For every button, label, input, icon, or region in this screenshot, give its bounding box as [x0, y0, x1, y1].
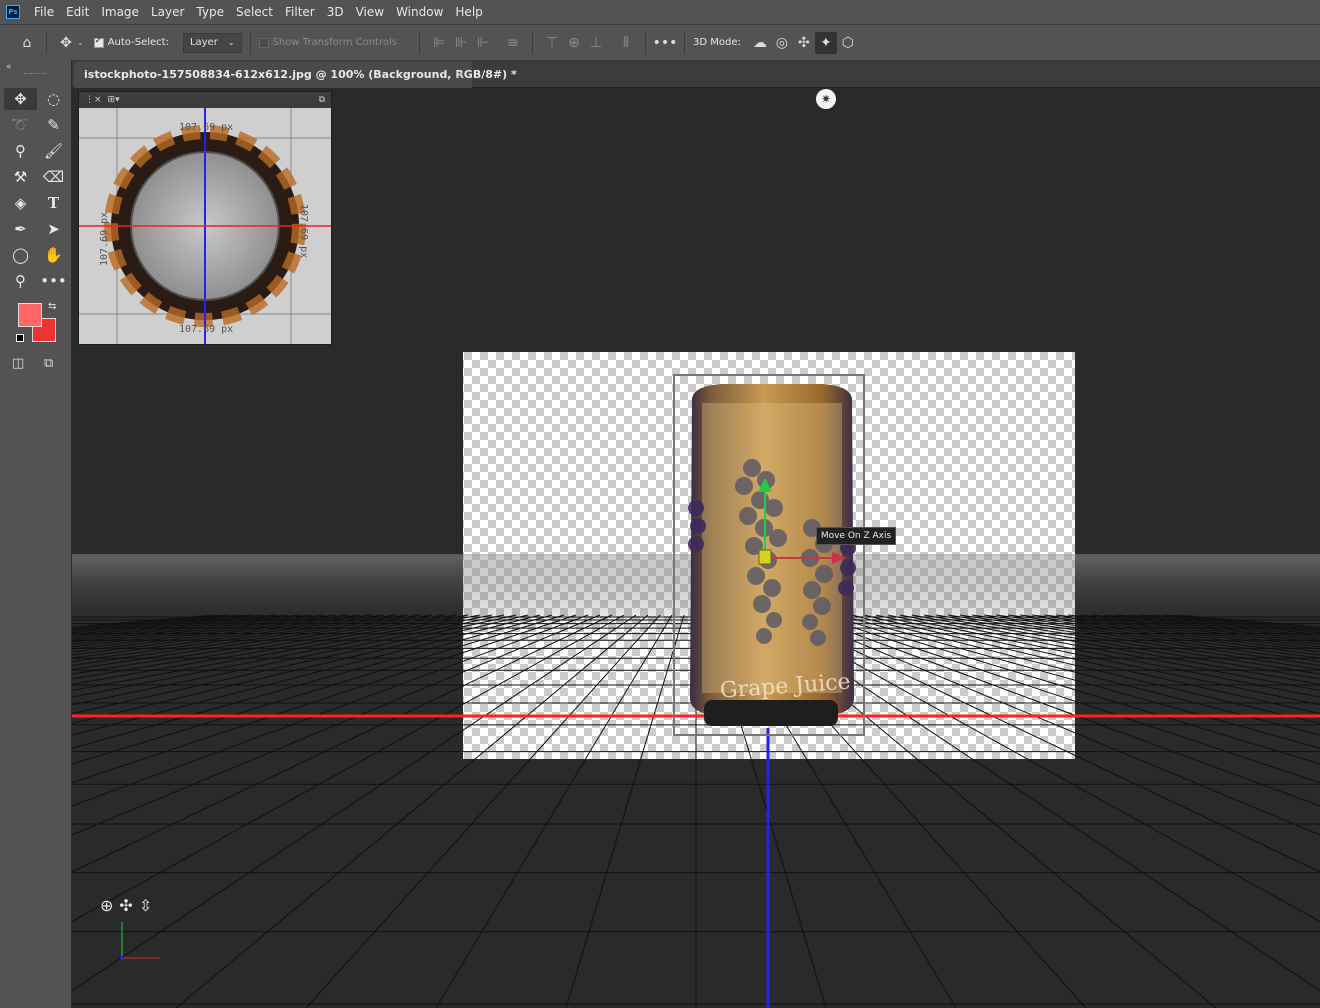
menu-edit[interactable]: Edit [60, 5, 95, 19]
layer-dropdown[interactable]: Layer ⌄ [182, 32, 242, 53]
hand-tool-icon[interactable]: ✋ [37, 244, 70, 266]
lasso-tool-icon[interactable]: ➰ [4, 114, 37, 136]
align-right-icon[interactable]: ⊩ [472, 32, 494, 54]
menu-window[interactable]: Window [390, 5, 449, 19]
align-top-icon[interactable]: ⊤ [541, 32, 563, 54]
camera-view-dropdown-icon[interactable]: ⊞▾ [108, 95, 120, 105]
pen-tool-icon[interactable]: ✒ [4, 218, 37, 240]
pan-3d-icon[interactable]: ✣ [793, 32, 815, 54]
menu-bar: Ps File Edit Image Layer Type Select Fil… [0, 0, 1320, 24]
menu-image[interactable]: Image [95, 5, 145, 19]
align-left-icon[interactable]: ⊫ [428, 32, 450, 54]
dim-label-bottom: 107.69 px [179, 324, 233, 335]
divider [531, 31, 533, 54]
home-icon[interactable]: ⌂ [16, 32, 38, 54]
eyedropper-tool-icon[interactable]: ⚲ [4, 140, 37, 162]
ellipse-tool-icon[interactable]: ◯ [4, 244, 37, 266]
menu-layer[interactable]: Layer [145, 5, 190, 19]
dolly-widget-icon[interactable]: ⇳ [139, 896, 152, 915]
3d-secondary-view[interactable]: ⋮× ⊞▾ ⧉ 107.69 px 107.69 px 107.69 px 10… [78, 91, 332, 345]
options-bar: ⌂ ✥ ⌄ Auto-Select: Layer ⌄ Show Transfor… [0, 24, 1320, 60]
orbit-widget-icon[interactable]: ⊕ [100, 896, 113, 915]
menu-3d[interactable]: 3D [321, 5, 350, 19]
collapse-panel-icon[interactable]: « [6, 62, 12, 72]
layer-dropdown-value: Layer [189, 37, 218, 48]
eraser-tool-icon[interactable]: ⌫ [37, 166, 70, 188]
move-tool-icon[interactable]: ✥ [4, 88, 37, 110]
menu-view[interactable]: View [350, 5, 390, 19]
divider [683, 31, 685, 54]
menu-file[interactable]: File [28, 5, 60, 19]
swap-colors-icon[interactable]: ⇆ [48, 301, 56, 312]
document-tab-bar: istockphoto-157508834-612x612.jpg @ 100%… [72, 60, 1320, 88]
clone-stamp-tool-icon[interactable]: ⚒ [4, 166, 37, 188]
type-tool-icon[interactable]: T [37, 192, 70, 214]
zoom-tool-icon[interactable]: ⚲ [4, 270, 37, 292]
marquee-tool-icon[interactable]: ◌ [37, 88, 70, 110]
secondary-view-header: ⋮× ⊞▾ ⧉ [79, 92, 331, 108]
dim-label-right: 107.69 px [298, 204, 309, 258]
quick-mask-icon[interactable]: ◫ [12, 356, 24, 371]
menu-filter[interactable]: Filter [279, 5, 321, 19]
align-bottom-icon[interactable]: ⊥ [585, 32, 607, 54]
orbit-3d-icon[interactable]: ☁ [749, 32, 771, 54]
dim-label-left: 107.69 px [99, 212, 110, 266]
divider [249, 31, 251, 54]
paint-bucket-tool-icon[interactable]: ◈ [4, 192, 37, 214]
show-transform-checkbox[interactable] [258, 37, 269, 48]
divider [46, 31, 47, 54]
slide-3d-icon[interactable]: ✦ [814, 31, 837, 54]
more-options-icon[interactable]: ••• [653, 32, 678, 54]
gizmo-center-cube[interactable] [758, 549, 772, 565]
photoshop-logo-icon[interactable]: Ps [6, 5, 20, 19]
dim-label-top: 107.69 px [179, 122, 233, 133]
tools-panel: « ✥ ◌ ➰ ✎ ⚲ 🖌 ⚒ ⌫ ◈ T ✒ ➤ ◯ ✋ ⚲ ••• ⇆ ◫ … [0, 60, 72, 1008]
align-center-icon[interactable]: ⊪ [450, 32, 472, 54]
chevron-down-icon: ⌄ [227, 38, 235, 47]
menu-select[interactable]: Select [230, 5, 279, 19]
chevron-down-icon[interactable]: ⌄ [77, 38, 84, 47]
path-select-tool-icon[interactable]: ➤ [37, 218, 70, 240]
swap-view-icon[interactable]: ⧉ [319, 95, 325, 105]
3d-mode-label: 3D Mode: [692, 37, 741, 48]
panel-menu-icon[interactable]: ⋮× [85, 95, 102, 105]
panel-grip[interactable] [24, 73, 46, 75]
grape-juice-can[interactable]: Grape Juice [688, 384, 856, 726]
3d-axis-widget-controls: ⊕ ✣ ⇳ [100, 896, 152, 915]
secondary-view-canvas[interactable]: 107.69 px 107.69 px 107.69 px 107.69 px [79, 108, 331, 344]
distribute-vertical-icon[interactable]: ⦀ [615, 32, 637, 54]
document-tab[interactable]: istockphoto-157508834-612x612.jpg @ 100%… [74, 62, 517, 88]
distribute-icon[interactable]: ≡ [502, 32, 524, 54]
divider [418, 31, 420, 54]
more-tools-icon[interactable]: ••• [37, 270, 70, 292]
gizmo-tooltip: Move On Z Axis [816, 527, 896, 545]
menu-type[interactable]: Type [190, 5, 230, 19]
can-bottom-rim [704, 700, 838, 726]
menu-help[interactable]: Help [449, 5, 488, 19]
move-tool-icon[interactable]: ✥ [55, 32, 77, 54]
pan-widget-icon[interactable]: ✣ [119, 896, 132, 915]
divider [644, 31, 646, 54]
brush-tool-icon[interactable]: 🖌 [37, 140, 70, 162]
auto-select-label: Auto-Select: [107, 37, 169, 48]
document-title: istockphoto-157508834-612x612.jpg @ 100%… [84, 68, 517, 81]
foreground-color-swatch[interactable] [18, 303, 42, 327]
show-transform-label: Show Transform Controls [272, 37, 397, 48]
default-colors-icon[interactable] [16, 334, 24, 342]
infinite-light-icon[interactable]: ✷ [816, 89, 836, 109]
align-middle-icon[interactable]: ⊕ [563, 32, 585, 54]
3d-axis-widget [120, 922, 160, 960]
quick-select-tool-icon[interactable]: ✎ [37, 114, 70, 136]
screen-mode-icon[interactable]: ⧉ [44, 356, 53, 371]
roll-3d-icon[interactable]: ◎ [771, 32, 793, 54]
scale-3d-icon[interactable]: ⬡ [837, 32, 859, 54]
close-icon[interactable]: × [455, 68, 464, 81]
tool-grid: ✥ ◌ ➰ ✎ ⚲ 🖌 ⚒ ⌫ ◈ T ✒ ➤ ◯ ✋ ⚲ ••• [4, 88, 70, 292]
auto-select-checkbox[interactable] [93, 36, 104, 48]
